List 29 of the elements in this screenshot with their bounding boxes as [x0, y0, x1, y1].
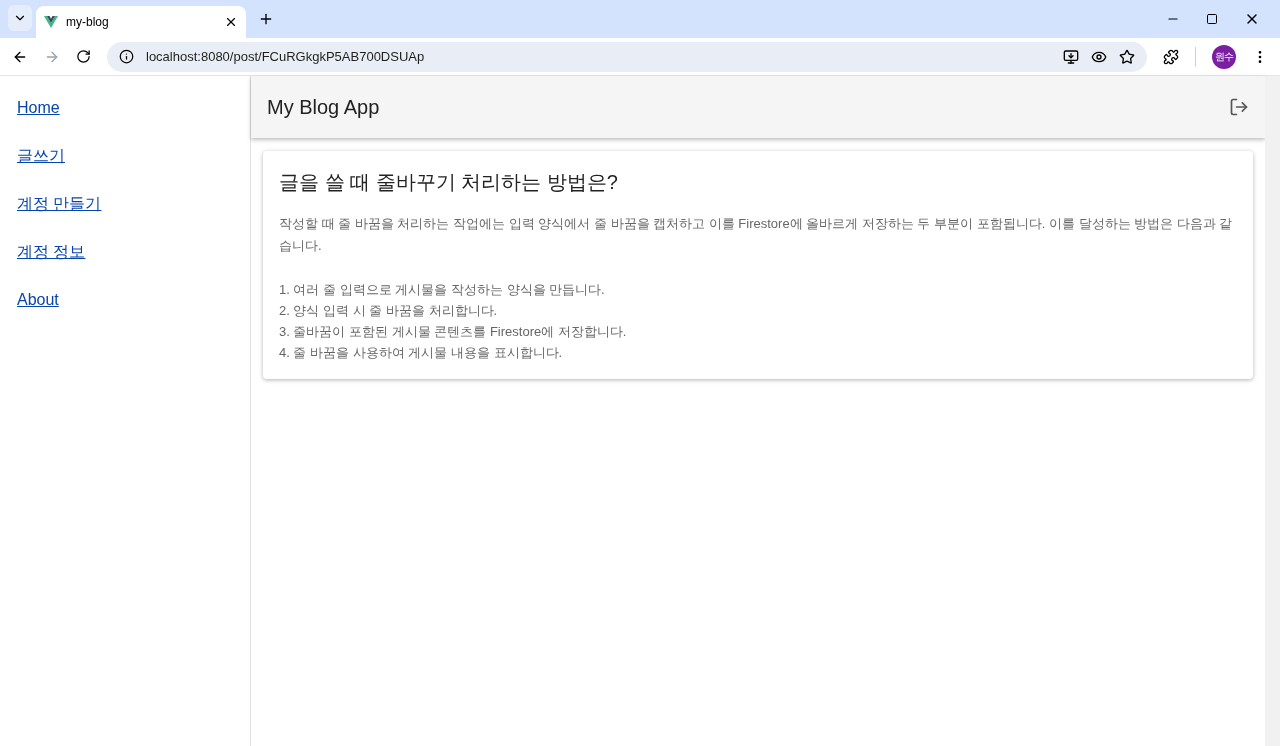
- post-title: 글을 쓸 때 줄바꾸기 처리하는 방법은?: [279, 170, 619, 195]
- install-icon[interactable]: [1063, 48, 1079, 65]
- profile-avatar[interactable]: 원수: [1212, 44, 1236, 69]
- post-step: 3. 줄바꿈이 포함된 게시물 콘텐츠를 Firestore에 저장합니다.: [279, 321, 1237, 342]
- logout-icon[interactable]: [1229, 97, 1249, 117]
- sidebar-link[interactable]: 계정 만들기: [17, 192, 102, 216]
- tab-title: my-blog: [66, 14, 110, 31]
- sidebar-link[interactable]: Home: [17, 96, 60, 120]
- bookmark-star-icon[interactable]: [1119, 48, 1135, 65]
- post-step: 4. 줄 바꿈을 사용하여 게시물 내용을 표시합니다.: [279, 342, 1237, 363]
- browser-tab[interactable]: my-blog: [36, 6, 246, 38]
- post-step: 1. 여러 줄 입력으로 게시물을 작성하는 양식을 만듭니다.: [279, 279, 1237, 300]
- post-paragraph: 작성할 때 줄 바꿈을 처리하는 작업에는 입력 양식에서 줄 바꿈을 캡처하고 이를 Firestore에 올바르게 저장하는 두 부분이 포함됩니다. 이를 달성하는 방법은 다음과 같습니다.: [279, 215, 1234, 255]
- maximize-icon[interactable]: [1206, 13, 1218, 25]
- extensions-icon[interactable]: [1163, 48, 1179, 65]
- info-icon[interactable]: [119, 49, 134, 64]
- close-tab-icon[interactable]: [224, 15, 238, 29]
- post-step: 2. 양식 입력 시 줄 바꿈을 처리합니다.: [279, 300, 1237, 321]
- v-logo-icon: [44, 16, 58, 28]
- sidebar-link[interactable]: 글쓰기: [17, 144, 65, 168]
- url-text: localhost:8080/post/FCuRGkgkP5AB700DSUAp: [146, 47, 426, 66]
- sidebar-link[interactable]: About: [17, 288, 59, 312]
- reload-icon[interactable]: [76, 49, 91, 64]
- new-tab-icon[interactable]: [258, 11, 274, 27]
- sidebar-link[interactable]: 계정 정보: [17, 240, 86, 264]
- address-bar[interactable]: localhost:8080/post/FCuRGkgkP5AB700DSUAp: [107, 41, 1147, 72]
- app-title: My Blog App: [267, 95, 381, 120]
- scrollbar[interactable]: [1265, 76, 1280, 746]
- tab-list-button[interactable]: [8, 5, 32, 31]
